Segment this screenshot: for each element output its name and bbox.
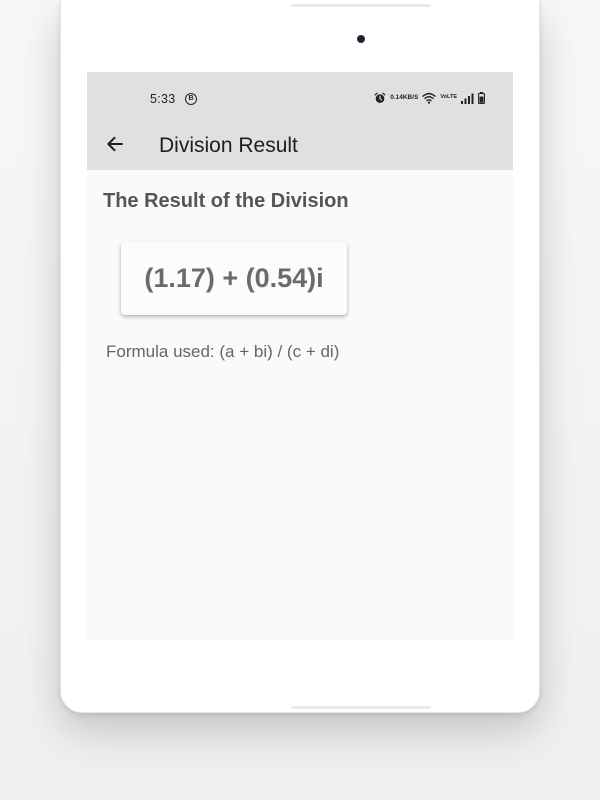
net-speed-indicator: 0.14 KB/S	[390, 94, 419, 101]
device-top-edge	[291, 4, 431, 7]
result-heading: The Result of the Division	[103, 190, 349, 212]
vo-label: Vo	[440, 94, 448, 101]
alarm-icon	[374, 92, 386, 104]
toolbar: Division Result	[87, 122, 513, 170]
device-bottom-edge	[291, 706, 431, 709]
result-value: (1.17) + (0.54)i	[144, 263, 324, 293]
result-card: (1.17) + (0.54)i	[121, 242, 347, 315]
status-time: 5:33	[150, 92, 176, 106]
volte-icon: Vo LTE	[440, 95, 457, 101]
app-bar: 5:33 B 0.14 KB/S Vo LTE Division Result	[87, 72, 513, 170]
formula-text: Formula used: (a + bi) / (c + di)	[106, 342, 340, 361]
front-camera	[357, 35, 365, 43]
app-screen: 5:33 B 0.14 KB/S Vo LTE Division Result …	[87, 72, 513, 640]
status-icons: 0.14 KB/S Vo LTE	[374, 91, 485, 105]
wifi-icon	[422, 92, 437, 104]
b-notification-icon: B	[185, 93, 197, 105]
status-bar: 5:33 B 0.14 KB/S Vo LTE	[87, 72, 513, 126]
scene: 5:33 B 0.14 KB/S Vo LTE Division Result …	[0, 0, 600, 800]
arrow-left-icon	[105, 134, 125, 159]
net-speed-unit: KB/S	[402, 94, 419, 101]
net-speed-value: 0.14	[390, 94, 403, 101]
lte-label: LTE	[447, 94, 457, 101]
battery-icon	[478, 92, 485, 104]
signal-icon	[461, 93, 474, 104]
page-title: Division Result	[159, 134, 298, 157]
back-button[interactable]	[99, 130, 131, 162]
